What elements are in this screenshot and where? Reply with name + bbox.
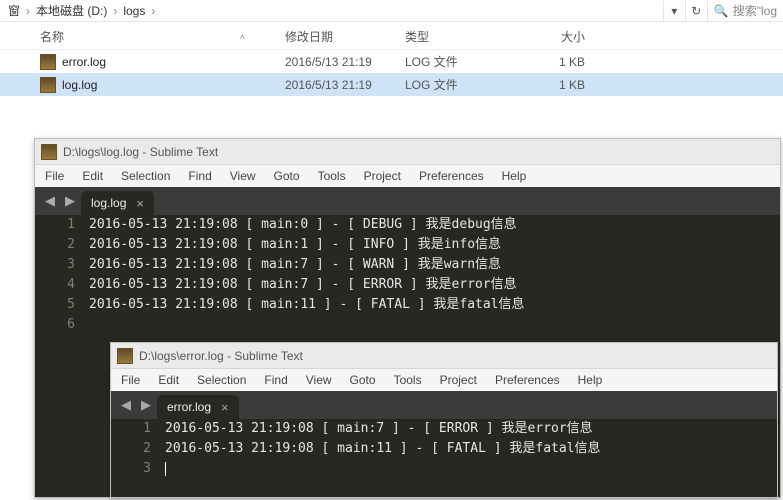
line-number: 6 bbox=[35, 315, 89, 335]
tab-label: error.log bbox=[167, 400, 211, 414]
menu-help[interactable]: Help bbox=[494, 167, 535, 185]
menu-view[interactable]: View bbox=[298, 371, 340, 389]
file-date: 2016/5/13 21:19 bbox=[285, 78, 405, 92]
title-bar[interactable]: D:\logs\log.log - Sublime Text bbox=[35, 139, 780, 165]
menu-edit[interactable]: Edit bbox=[150, 371, 187, 389]
line-number: 2 bbox=[111, 439, 165, 459]
tab-errorlog[interactable]: error.log × bbox=[157, 395, 239, 419]
tab-loglog[interactable]: log.log × bbox=[81, 191, 154, 215]
menu-goto[interactable]: Goto bbox=[342, 371, 384, 389]
line-number: 1 bbox=[35, 215, 89, 235]
column-date[interactable]: 修改日期 bbox=[285, 28, 405, 45]
search-icon: 🔍 bbox=[714, 4, 729, 18]
breadcrumb-drive[interactable]: 本地磁盘 (D:) bbox=[32, 2, 111, 19]
code-line: 2016-05-13 21:19:08 [ main:1 ] - [ INFO … bbox=[89, 235, 501, 255]
chevron-down-icon: ▾ bbox=[671, 4, 677, 18]
menu-tools[interactable]: Tools bbox=[386, 371, 430, 389]
breadcrumb-fragment: 窗 bbox=[4, 2, 24, 19]
chevron-right-icon: › bbox=[24, 4, 32, 18]
file-date: 2016/5/13 21:19 bbox=[285, 55, 405, 69]
line-number: 4 bbox=[35, 275, 89, 295]
line-number: 3 bbox=[111, 459, 165, 479]
chevron-right-icon: › bbox=[111, 4, 119, 18]
refresh-button[interactable]: ↻ bbox=[685, 1, 707, 21]
line-number: 1 bbox=[111, 419, 165, 439]
log-file-icon bbox=[40, 54, 56, 70]
column-name[interactable]: 名称 ˄ bbox=[40, 28, 285, 45]
editor-area[interactable]: 12016-05-13 21:19:08 [ main:7 ] - [ ERRO… bbox=[111, 419, 777, 497]
tab-nav-left-icon[interactable]: ◀ bbox=[117, 397, 135, 413]
code-line: 2016-05-13 21:19:08 [ main:7 ] - [ ERROR… bbox=[89, 275, 517, 295]
tab-label: log.log bbox=[91, 196, 126, 210]
menu-project[interactable]: Project bbox=[356, 167, 409, 185]
menu-edit[interactable]: Edit bbox=[74, 167, 111, 185]
menu-file[interactable]: File bbox=[113, 371, 148, 389]
refresh-icon: ↻ bbox=[691, 4, 701, 18]
menu-find[interactable]: Find bbox=[180, 167, 219, 185]
tab-nav-right-icon[interactable]: ▶ bbox=[137, 397, 155, 413]
code-line: 2016-05-13 21:19:08 [ main:11 ] - [ FATA… bbox=[89, 295, 525, 315]
file-type: LOG 文件 bbox=[405, 53, 525, 70]
file-name: error.log bbox=[62, 55, 106, 69]
tab-strip: ◀ ▶ log.log × bbox=[35, 187, 780, 215]
sublime-window-errorlog: D:\logs\error.log - Sublime Text File Ed… bbox=[110, 342, 778, 498]
text-cursor bbox=[165, 462, 166, 476]
tab-nav-right-icon[interactable]: ▶ bbox=[61, 193, 79, 209]
title-bar[interactable]: D:\logs\error.log - Sublime Text bbox=[111, 343, 777, 369]
code-line: 2016-05-13 21:19:08 [ main:11 ] - [ FATA… bbox=[165, 439, 601, 459]
code-line: 2016-05-13 21:19:08 [ main:0 ] - [ DEBUG… bbox=[89, 215, 517, 235]
chevron-right-icon: › bbox=[149, 4, 157, 18]
file-size: 1 KB bbox=[525, 78, 585, 92]
file-size: 1 KB bbox=[525, 55, 585, 69]
window-title: D:\logs\error.log - Sublime Text bbox=[139, 349, 303, 363]
sublime-app-icon bbox=[41, 144, 57, 160]
menu-view[interactable]: View bbox=[222, 167, 264, 185]
column-type[interactable]: 类型 bbox=[405, 28, 525, 45]
menu-find[interactable]: Find bbox=[256, 371, 295, 389]
line-number: 5 bbox=[35, 295, 89, 315]
sublime-app-icon bbox=[117, 348, 133, 364]
tab-nav-left-icon[interactable]: ◀ bbox=[41, 193, 59, 209]
close-icon[interactable]: × bbox=[136, 196, 144, 211]
tab-strip: ◀ ▶ error.log × bbox=[111, 391, 777, 419]
search-placeholder: 搜索"log bbox=[733, 2, 777, 19]
log-file-icon bbox=[40, 77, 56, 93]
menu-selection[interactable]: Selection bbox=[113, 167, 178, 185]
file-row[interactable]: log.log 2016/5/13 21:19 LOG 文件 1 KB bbox=[0, 73, 783, 96]
menu-project[interactable]: Project bbox=[432, 371, 485, 389]
search-input[interactable]: 🔍 搜索"log bbox=[707, 1, 783, 21]
menu-bar: File Edit Selection Find View Goto Tools… bbox=[111, 369, 777, 391]
address-dropdown-button[interactable]: ▾ bbox=[663, 1, 685, 21]
menu-goto[interactable]: Goto bbox=[266, 167, 308, 185]
line-number: 2 bbox=[35, 235, 89, 255]
file-name: log.log bbox=[62, 78, 97, 92]
sort-ascending-icon: ˄ bbox=[240, 32, 245, 42]
address-bar[interactable]: 窗 › 本地磁盘 (D:) › logs › ▾ ↻ 🔍 搜索"log bbox=[0, 0, 783, 22]
menu-selection[interactable]: Selection bbox=[189, 371, 254, 389]
column-headers: 名称 ˄ 修改日期 类型 大小 bbox=[0, 22, 783, 50]
file-explorer: 窗 › 本地磁盘 (D:) › logs › ▾ ↻ 🔍 搜索"log 名称 ˄… bbox=[0, 0, 783, 120]
menu-tools[interactable]: Tools bbox=[310, 167, 354, 185]
code-line: 2016-05-13 21:19:08 [ main:7 ] - [ ERROR… bbox=[165, 419, 593, 439]
menu-bar: File Edit Selection Find View Goto Tools… bbox=[35, 165, 780, 187]
menu-preferences[interactable]: Preferences bbox=[487, 371, 568, 389]
column-size[interactable]: 大小 bbox=[525, 28, 585, 45]
close-icon[interactable]: × bbox=[221, 400, 229, 415]
file-row[interactable]: error.log 2016/5/13 21:19 LOG 文件 1 KB bbox=[0, 50, 783, 73]
window-title: D:\logs\log.log - Sublime Text bbox=[63, 145, 218, 159]
code-line bbox=[165, 459, 166, 479]
breadcrumb-folder[interactable]: logs bbox=[119, 4, 149, 18]
menu-help[interactable]: Help bbox=[570, 371, 611, 389]
menu-preferences[interactable]: Preferences bbox=[411, 167, 492, 185]
line-number: 3 bbox=[35, 255, 89, 275]
menu-file[interactable]: File bbox=[37, 167, 72, 185]
file-type: LOG 文件 bbox=[405, 76, 525, 93]
code-line: 2016-05-13 21:19:08 [ main:7 ] - [ WARN … bbox=[89, 255, 501, 275]
